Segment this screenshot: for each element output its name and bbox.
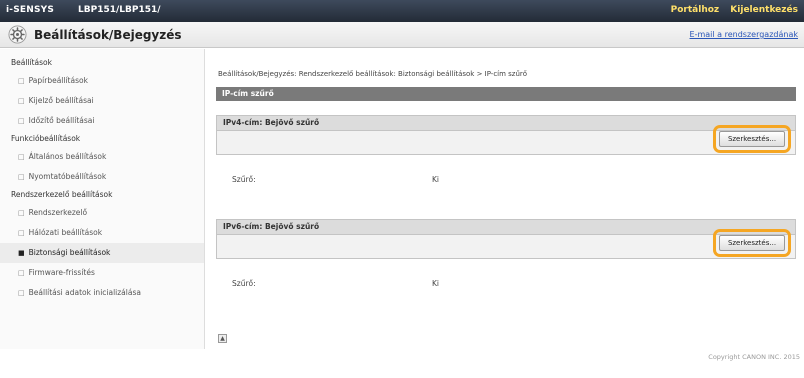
ipv6-filter-value: Ki (432, 279, 440, 288)
sidebar-item-firmware-update[interactable]: □ Firmware-frissítés (0, 263, 204, 283)
portal-link[interactable]: Portálhoz (671, 5, 720, 15)
mail-admin-link[interactable]: E-mail a rendszergazdának (690, 30, 798, 39)
settings-gear-icon (8, 25, 27, 44)
bullet-icon: □ (18, 173, 25, 181)
main-content: Beállítások/Bejegyzés: Rendszerkezelő be… (206, 49, 804, 349)
sidebar-item-label: Általános beállítások (28, 152, 107, 161)
sidebar-item-display-settings[interactable]: □ Kijelző beállításai (0, 91, 204, 111)
sidebar-item-label: Nyomtatóbeállítások (28, 172, 107, 181)
model-label: LBP151/LBP151/ (78, 5, 161, 15)
bullet-icon: □ (18, 229, 25, 237)
top-links: Portálhoz Kijelentkezés (663, 5, 798, 15)
sidebar-item-printer-settings[interactable]: □ Nyomtatóbeállítások (0, 167, 204, 187)
ipv4-filter-label: Szűrő: (232, 175, 256, 184)
bullet-icon: □ (18, 269, 25, 277)
brand-label: i-SENSYS (6, 5, 55, 15)
bullet-icon: □ (18, 153, 25, 161)
sidebar-section-system-settings[interactable]: Rendszerkezelő beállítások (0, 187, 204, 203)
edit-highlight: Szerkesztés... (713, 125, 791, 153)
sidebar-item-label: Biztonsági beállítások (28, 248, 111, 257)
sidebar-section-settings[interactable]: Beállítások (0, 55, 204, 71)
sidebar-item-label: Papírbeállítások (28, 76, 88, 85)
sidebar-section-function-settings[interactable]: Funkcióbeállítások (0, 131, 204, 147)
sidebar-item-security-settings[interactable]: ■ Biztonsági beállítások (0, 243, 204, 263)
sidebar-item-label: Firmware-frissítés (28, 268, 95, 277)
sidebar-item-label: Kijelző beállításai (28, 96, 94, 105)
sidebar-item-init-settings[interactable]: □ Beállítási adatok inicializálása (0, 283, 204, 303)
sidebar-item-general-settings[interactable]: □ Általános beállítások (0, 147, 204, 167)
copyright-text: Copyright CANON INC. 2015 (708, 353, 800, 361)
ipv6-section-heading: IPv6-cím: Bejövő szűrő (216, 219, 796, 235)
logout-link[interactable]: Kijelentkezés (730, 5, 798, 15)
sidebar-item-label: Rendszerkezelő (28, 208, 88, 217)
section-title-bar: IP-cím szűrő (216, 87, 796, 101)
bullet-icon: □ (18, 97, 25, 105)
page-title: Beállítások/Bejegyzés (34, 28, 182, 42)
edit-highlight: Szerkesztés... (713, 229, 791, 257)
ipv4-section-heading: IPv4-cím: Bejövő szűrő (216, 115, 796, 131)
sidebar-item-system-manager[interactable]: □ Rendszerkezelő (0, 203, 204, 223)
ipv4-filter-value: Ki (432, 175, 440, 184)
footer: Copyright CANON INC. 2015 (206, 349, 804, 378)
sidebar-item-label: Beállítási adatok inicializálása (28, 288, 141, 297)
breadcrumb: Beállítások/Bejegyzés: Rendszerkezelő be… (218, 70, 528, 78)
sidebar-item-timer-settings[interactable]: □ Időzítő beállításai (0, 111, 204, 131)
bullet-icon: □ (18, 117, 25, 125)
ipv6-edit-button[interactable]: Szerkesztés... (719, 235, 785, 251)
sidebar-item-network-settings[interactable]: □ Hálózati beállítások (0, 223, 204, 243)
sidebar-item-paper-settings[interactable]: □ Papírbeállítások (0, 71, 204, 91)
bullet-icon: □ (18, 77, 25, 85)
sidebar-item-label: Időzítő beállításai (28, 116, 95, 125)
page-header: Beállítások/Bejegyzés E-mail a rendszerg… (0, 22, 804, 48)
bullet-icon: □ (18, 289, 25, 297)
bullet-icon: □ (18, 209, 25, 217)
sidebar-item-label: Hálózati beállítások (28, 228, 103, 237)
bullet-icon: ■ (18, 249, 25, 257)
ipv4-edit-button[interactable]: Szerkesztés... (719, 131, 785, 147)
ipv6-section-body: Szerkesztés... (216, 229, 796, 259)
ipv6-filter-label: Szűrő: (232, 279, 256, 288)
top-bar: i-SENSYS LBP151/LBP151/ Portálhoz Kijele… (0, 0, 804, 22)
ipv4-section-body: Szerkesztés... (216, 125, 796, 155)
back-to-top-icon[interactable]: ▲ (218, 334, 227, 343)
sidebar: Beállítások □ Papírbeállítások □ Kijelző b… (0, 49, 205, 349)
